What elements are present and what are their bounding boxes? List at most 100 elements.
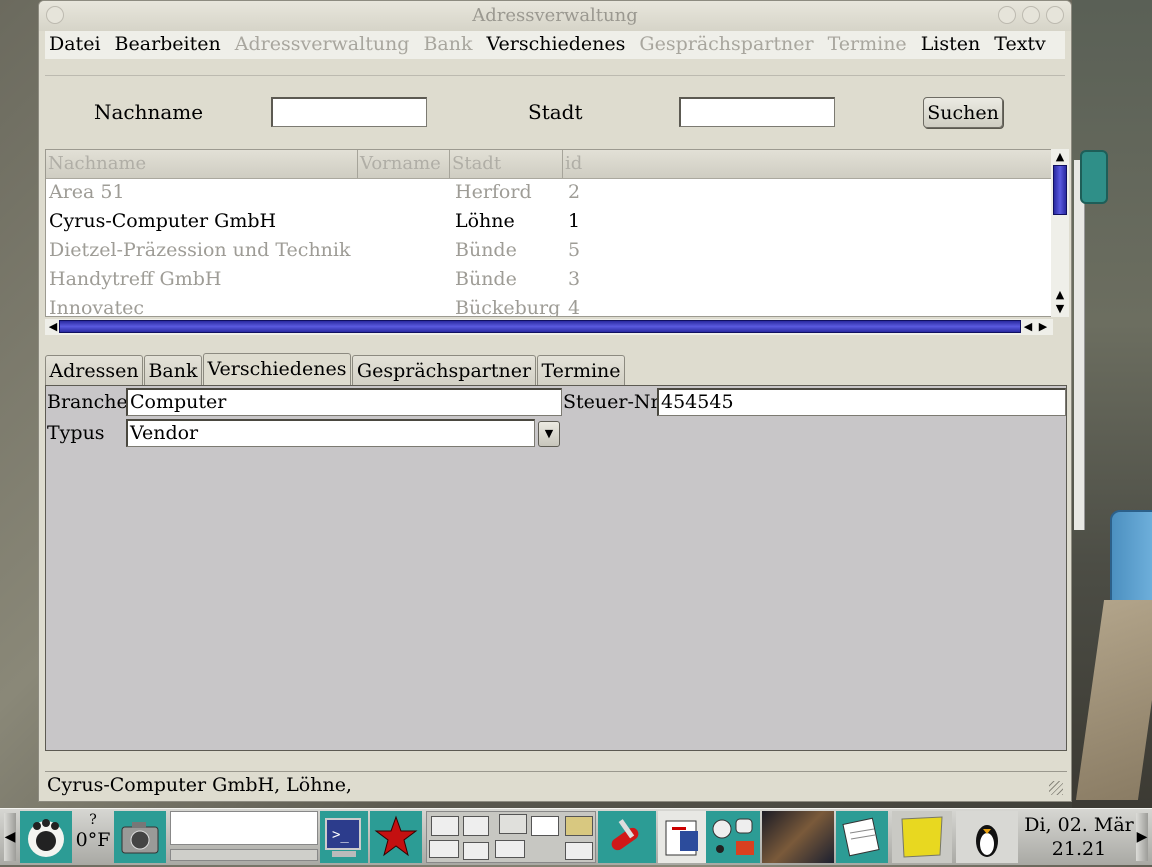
column-header-nachname[interactable]: Nachname: [46, 150, 358, 178]
scroll-right-arrow-icon[interactable]: ▶: [1036, 320, 1050, 333]
menu-datei[interactable]: Datei: [49, 31, 101, 55]
task-list-scroll[interactable]: [170, 849, 318, 861]
cell-stadt: Herford: [455, 181, 532, 203]
tab-bank[interactable]: Bank: [144, 355, 202, 385]
column-header-id[interactable]: id: [563, 150, 1052, 178]
scroll-left-arrow-icon[interactable]: ◀: [1021, 320, 1035, 333]
weather-applet[interactable]: ? 0°F: [74, 811, 112, 863]
date-text: Di, 02. Mär: [1024, 814, 1134, 836]
table-row[interactable]: Innovatec Bückeburg 4: [46, 295, 1052, 317]
shapes-icon[interactable]: [706, 811, 760, 863]
column-header-stadt[interactable]: Stadt: [450, 150, 563, 178]
close-button[interactable]: [1046, 6, 1064, 24]
window-title: Adressverwaltung: [472, 5, 638, 26]
tab-gespraechspartner[interactable]: Gesprächspartner: [352, 355, 536, 385]
menu-bank[interactable]: Bank: [423, 31, 472, 55]
table-row[interactable]: Area 51 Herford 2: [46, 179, 1052, 208]
cell-nachname: Handytreff GmbH: [49, 268, 222, 290]
gnome-foot-icon[interactable]: [20, 811, 72, 863]
table-row[interactable]: Dietzel-Präzession und Technik Bünde 5: [46, 237, 1052, 266]
cell-nachname: Dietzel-Präzession und Technik: [49, 239, 351, 261]
cell-nachname: Innovatec: [49, 297, 144, 317]
menu-bearbeiten[interactable]: Bearbeiten: [115, 31, 221, 55]
sticky-note-icon[interactable]: [892, 811, 952, 863]
branche-field[interactable]: Computer: [126, 388, 562, 416]
terminal-icon[interactable]: >_: [320, 811, 368, 863]
svg-text:>_: >_: [332, 827, 349, 843]
clock-applet[interactable]: Di, 02. Mär 21.21: [1024, 813, 1134, 861]
verschiedenes-panel: Branche Computer Steuer-Nr 454545 Typus …: [45, 385, 1067, 751]
table-row[interactable]: Cyrus-Computer GmbH Löhne 1: [46, 208, 1052, 237]
steuer-nr-field[interactable]: 454545: [657, 388, 1066, 416]
pager-icon[interactable]: [426, 811, 596, 863]
vertical-scroll-thumb[interactable]: [1053, 165, 1067, 215]
menu-verschiedenes[interactable]: Verschiedenes: [487, 31, 626, 55]
cell-stadt: Bünde: [455, 268, 517, 290]
maximize-button[interactable]: [1022, 6, 1040, 24]
time-text: 21.21: [1051, 838, 1107, 860]
taskbar: ◀ ? 0°F >_ Di, 02. Mär 21.21 ▶: [0, 808, 1152, 865]
weather-symbol: ?: [89, 812, 97, 828]
cell-stadt: Bünde: [455, 239, 517, 261]
resize-grip-icon[interactable]: [1049, 781, 1063, 795]
scroll-up-arrow-icon[interactable]: ▲: [1053, 288, 1067, 301]
address-list: Nachname Vorname Stadt id Area 51 Herfor…: [45, 149, 1053, 317]
dropdown-arrow-icon[interactable]: ▼: [538, 421, 560, 447]
cell-stadt: Löhne: [455, 210, 515, 232]
stadt-search-input[interactable]: [679, 97, 835, 127]
cell-stadt: Bückeburg: [455, 297, 561, 317]
nachname-search-input[interactable]: [271, 97, 427, 127]
camera-icon[interactable]: [114, 811, 166, 863]
tab-termine[interactable]: Termine: [537, 355, 625, 385]
nachname-search-label: Nachname: [94, 100, 204, 124]
status-bar: Cyrus-Computer GmbH, Löhne,: [45, 771, 1067, 799]
menu-separator: [45, 75, 1065, 76]
column-header-vorname[interactable]: Vorname: [358, 150, 450, 178]
office-icon[interactable]: [658, 811, 706, 863]
cell-id: 2: [568, 181, 581, 203]
menu-adressverwaltung[interactable]: Adressverwaltung: [235, 31, 410, 55]
temperature-text: 0°F: [75, 829, 111, 851]
penguin-icon[interactable]: [956, 811, 1018, 863]
desktop-clip: [1080, 150, 1108, 204]
menu-gespraechspartner[interactable]: Gesprächspartner: [639, 31, 813, 55]
swiss-knife-icon[interactable]: [598, 811, 656, 863]
table-row[interactable]: Handytreff GmbH Bünde 3: [46, 266, 1052, 295]
menu-textv[interactable]: Textv: [994, 31, 1046, 55]
branche-label: Branche: [47, 391, 128, 413]
menu-termine[interactable]: Termine: [828, 31, 907, 55]
title-bar[interactable]: Adressverwaltung: [39, 1, 1071, 31]
horizontal-scroll-thumb[interactable]: [59, 320, 1021, 333]
search-button[interactable]: Suchen: [923, 97, 1003, 128]
app-window: Adressverwaltung Datei Bearbeiten Adressve…: [38, 0, 1072, 802]
minimize-button[interactable]: [998, 6, 1016, 24]
task-list-blank[interactable]: [170, 811, 318, 845]
cell-nachname: Area 51: [49, 181, 125, 203]
list-header: Nachname Vorname Stadt id: [46, 150, 1052, 179]
typus-select[interactable]: Vendor: [126, 419, 535, 447]
typus-label: Typus: [47, 422, 105, 444]
scroll-left-arrow-icon[interactable]: ◀: [46, 320, 60, 333]
notepad-icon[interactable]: [836, 811, 888, 863]
panel-hide-right-icon[interactable]: ▶: [1136, 813, 1148, 861]
cell-id: 5: [568, 239, 581, 261]
star-icon[interactable]: [370, 811, 422, 863]
cell-id: 1: [568, 210, 581, 232]
cell-id: 3: [568, 268, 581, 290]
scroll-down-arrow-icon[interactable]: ▼: [1053, 302, 1067, 315]
scroll-up-arrow-icon[interactable]: ▲: [1053, 150, 1067, 163]
tab-verschiedenes[interactable]: Verschiedenes: [203, 353, 351, 386]
tab-adressen[interactable]: Adressen: [45, 355, 143, 385]
panel-hide-left-icon[interactable]: ◀: [4, 813, 16, 861]
steuer-nr-label: Steuer-Nr: [563, 391, 660, 413]
list-vertical-scrollbar[interactable]: ▲ ▲ ▼: [1051, 149, 1069, 317]
list-horizontal-scrollbar[interactable]: ◀ ◀ ▶: [45, 319, 1053, 335]
menu-bar: Datei Bearbeiten Adressverwaltung Bank Versc…: [45, 31, 1065, 59]
cell-nachname: Cyrus-Computer GmbH: [49, 210, 277, 232]
status-text: Cyrus-Computer GmbH, Löhne,: [47, 774, 352, 796]
nebula-icon[interactable]: [762, 811, 834, 863]
stadt-search-label: Stadt: [528, 100, 583, 124]
cell-id: 4: [568, 297, 581, 317]
menu-listen[interactable]: Listen: [921, 31, 981, 55]
desktop-whiteboard: [1074, 160, 1085, 530]
